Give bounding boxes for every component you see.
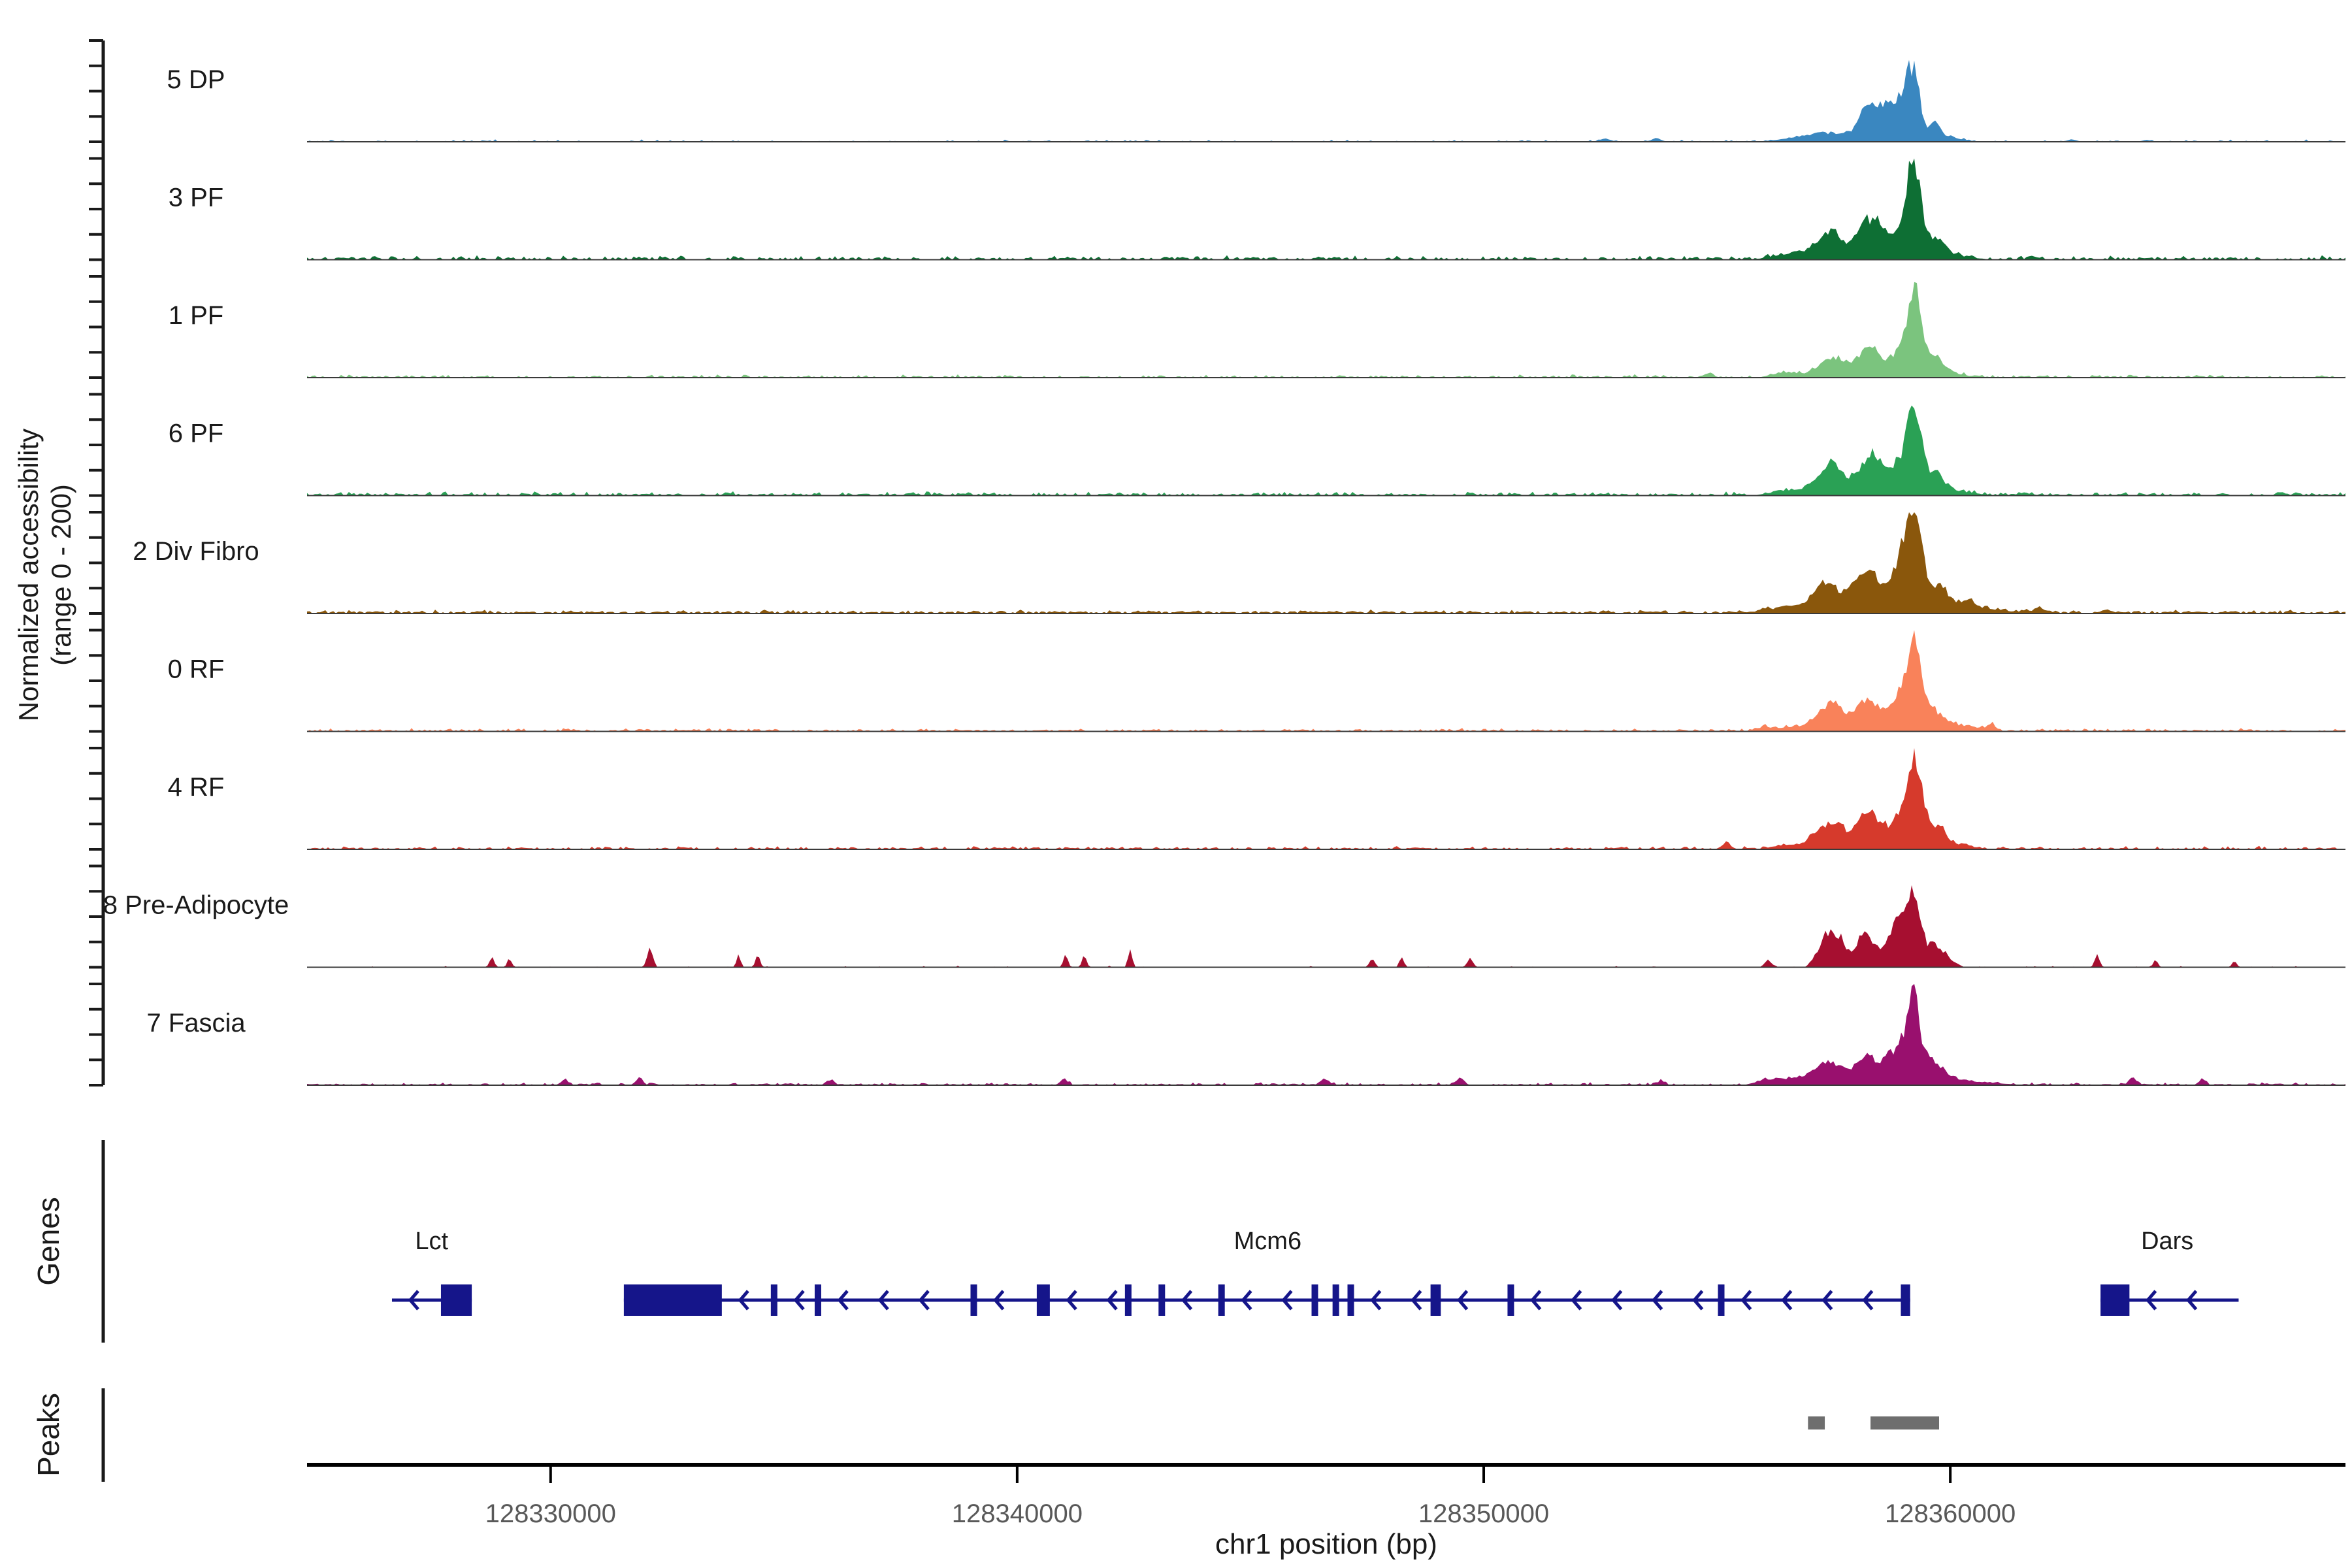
- exon: [1312, 1284, 1318, 1316]
- exon: [2100, 1284, 2129, 1316]
- track-label-7-fascia: 7 Fascia: [146, 1009, 246, 1037]
- gene-name-lct: Lct: [415, 1228, 448, 1255]
- gene-model-lct: Lct: [392, 1228, 472, 1316]
- x-axis-tick-label: 128340000: [952, 1499, 1083, 1528]
- exon: [970, 1284, 977, 1316]
- gene-name-mcm6: Mcm6: [1234, 1228, 1301, 1255]
- exon: [1901, 1284, 1910, 1316]
- x-axis-title: chr1 position (bp): [1215, 1528, 1437, 1560]
- exon: [624, 1284, 722, 1316]
- track-8-pre-adipocyte: 8 Pre-Adipocyte: [89, 866, 2345, 968]
- x-axis-tick-label: 128350000: [1418, 1499, 1549, 1528]
- peaks-panel-label: Peaks: [31, 1393, 65, 1477]
- track-label-4-rf: 4 RF: [168, 773, 225, 802]
- signal-area-5-dp: [307, 60, 2345, 142]
- exon: [771, 1284, 777, 1316]
- x-axis-tick-label: 128360000: [1885, 1499, 2016, 1528]
- signal-area-8-pre-adipocyte: [307, 885, 2345, 968]
- signal-area-2-div-fibro: [307, 512, 2345, 613]
- axes: Normalized accessibility (range 0 - 200)…: [13, 429, 2345, 1560]
- signal-area-1-pf: [307, 282, 2345, 378]
- x-axis-tick-label: 128330000: [485, 1499, 616, 1528]
- genes-panel-label: Genes: [31, 1197, 65, 1286]
- track-7-fascia: 7 Fascia: [89, 984, 2345, 1085]
- y-axis-title-line2: (range 0 - 200): [46, 484, 76, 666]
- track-label-5-dp: 5 DP: [167, 65, 225, 94]
- gene-model-dars: Dars: [2100, 1228, 2238, 1316]
- exon: [1718, 1284, 1725, 1316]
- peak-interval: [1870, 1416, 1939, 1429]
- exon: [1158, 1284, 1165, 1316]
- exon: [1507, 1284, 1514, 1316]
- exon: [815, 1284, 821, 1316]
- y-axis-title-line1: Normalized accessibility: [13, 429, 44, 721]
- signal-area-0-rf: [307, 630, 2345, 732]
- track-label-8-pre-adipocyte: 8 Pre-Adipocyte: [103, 891, 289, 920]
- exon: [1125, 1284, 1132, 1316]
- signal-area-3-pf: [307, 159, 2345, 260]
- track-2-div-fibro: 2 Div Fibro: [89, 512, 2345, 613]
- track-label-2-div-fibro: 2 Div Fibro: [133, 537, 259, 566]
- peak-interval: [1808, 1416, 1825, 1429]
- gene-model-mcm6: Mcm6: [624, 1228, 1910, 1316]
- track-label-1-pf: 1 PF: [169, 301, 223, 330]
- track-6-pf: 6 PF: [89, 395, 2345, 496]
- tracks-panel: 5 DP 3 PF 1 PF 6 PF 2 Div Fibro 0 RF 4 RF 8 Pre…: [89, 41, 2345, 1085]
- gene-name-dars: Dars: [2141, 1228, 2193, 1255]
- signal-area-7-fascia: [307, 984, 2345, 1085]
- exon: [1037, 1284, 1050, 1316]
- genes-panel: Lct Mcm6 Dars: [103, 1140, 2238, 1343]
- track-label-6-pf: 6 PF: [169, 419, 223, 448]
- track-1-pf: 1 PF: [89, 276, 2345, 378]
- track-4-rf: 4 RF: [89, 748, 2345, 849]
- exon: [1431, 1284, 1441, 1316]
- track-label-3-pf: 3 PF: [169, 184, 223, 212]
- track-3-pf: 3 PF: [89, 159, 2345, 260]
- signal-area-6-pf: [307, 406, 2345, 496]
- exon: [441, 1284, 472, 1316]
- track-label-0-rf: 0 RF: [168, 655, 225, 684]
- track-5-dp: 5 DP: [89, 41, 2345, 142]
- track-0-rf: 0 RF: [89, 630, 2345, 732]
- peaks-panel: [103, 1388, 1939, 1482]
- coverage-plot-svg: 5 DP 3 PF 1 PF 6 PF 2 Div Fibro 0 RF 4 RF 8 Pre…: [0, 0, 2352, 1568]
- coverage-plot-figure: 5 DP 3 PF 1 PF 6 PF 2 Div Fibro 0 RF 4 RF 8 Pre…: [0, 0, 2352, 1568]
- exon: [1333, 1284, 1339, 1316]
- signal-area-4-rf: [307, 748, 2345, 849]
- exon: [1218, 1284, 1225, 1316]
- exon: [1347, 1284, 1354, 1316]
